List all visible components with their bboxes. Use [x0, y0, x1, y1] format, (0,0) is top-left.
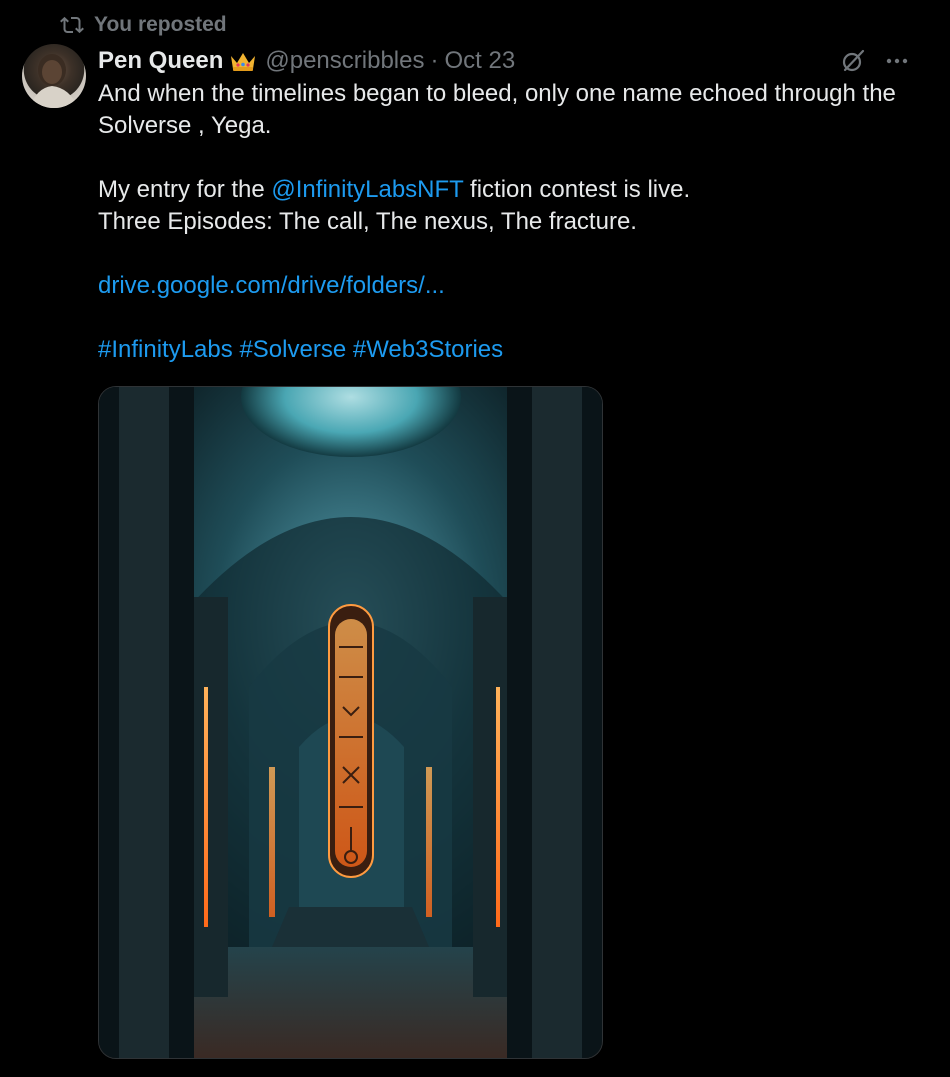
avatar[interactable]: [22, 44, 86, 108]
tweet-header: Pen Queen @penscribbles · Oct 23: [98, 44, 930, 78]
tweet-text-span: fiction contest is live.: [463, 176, 691, 203]
tweet-line: My entry for the @InfinityLabsNFT fictio…: [98, 174, 938, 206]
repost-icon: [60, 16, 84, 34]
repost-label: You reposted: [94, 13, 227, 36]
tweet-actions: [840, 44, 910, 78]
tweet-text: And when the timelines began to bleed, o…: [98, 78, 938, 366]
hashtag-link[interactable]: #Web3Stories: [353, 336, 503, 363]
tweet-image[interactable]: [98, 386, 603, 1059]
external-link[interactable]: drive.google.com/drive/folders/...: [98, 272, 445, 299]
tweet-text-span: My entry for the: [98, 176, 272, 203]
temple-artwork: [99, 387, 602, 1058]
author-name[interactable]: Pen Queen: [98, 47, 223, 75]
author-handle[interactable]: @penscribbles: [265, 47, 424, 75]
tweet-date[interactable]: Oct 23: [444, 47, 515, 75]
tweet-line: Solverse , Yega.: [98, 112, 272, 139]
mention-link[interactable]: @InfinityLabsNFT: [271, 176, 463, 203]
hashtag-line: #InfinityLabs #Solverse #Web3Stories: [98, 334, 938, 366]
hashtag-link[interactable]: #Solverse: [239, 336, 346, 363]
meta-separator: ·: [430, 47, 439, 74]
grok-icon[interactable]: [840, 48, 866, 74]
tweet-line: And when the timelines began to bleed, o…: [98, 80, 896, 107]
repost-indicator: You reposted: [60, 11, 227, 39]
crown-emoji-icon: [231, 53, 256, 71]
tweet-line: Three Episodes: The call, The nexus, The…: [98, 208, 637, 235]
more-icon[interactable]: [884, 48, 910, 74]
hashtag-link[interactable]: #InfinityLabs: [98, 336, 233, 363]
